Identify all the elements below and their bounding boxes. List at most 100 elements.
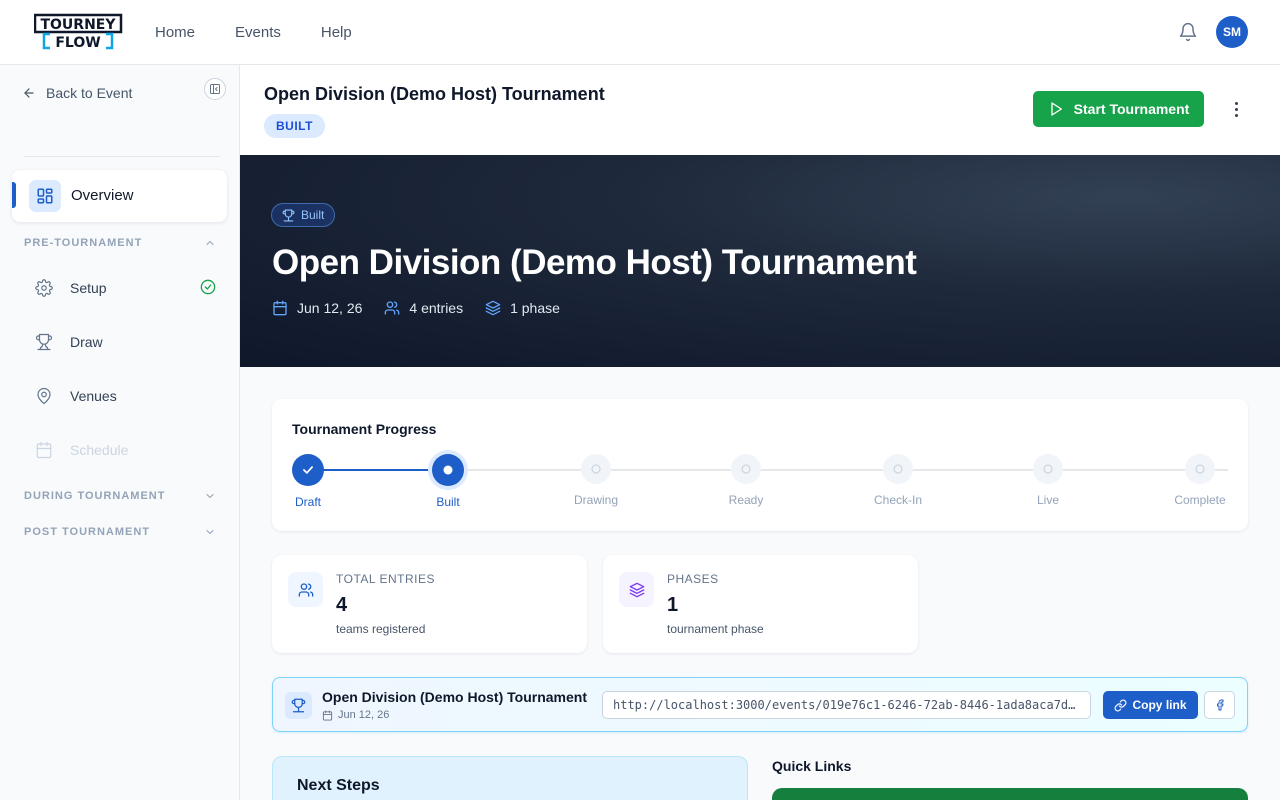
step-label: Built — [436, 495, 460, 509]
hero-banner: Built Open Division (Demo Host) Tourname… — [240, 155, 1280, 367]
play-icon — [1051, 102, 1062, 116]
calendar-icon — [273, 300, 287, 316]
trophy-icon — [34, 332, 54, 352]
step-label: Complete — [1174, 493, 1226, 507]
hero-title: Open Division (Demo Host) Tournament — [272, 243, 917, 282]
page-header: Open Division (Demo Host) Tournament BUI… — [240, 65, 1280, 155]
next-steps-title: Next Steps — [297, 777, 380, 794]
progress-title: Tournament Progress — [292, 421, 437, 437]
chevron-down-icon — [206, 530, 214, 534]
start-tournament-button[interactable]: Start Tournament — [1033, 91, 1204, 127]
step-label: Check-In — [873, 493, 923, 507]
progress-step-complete: Complete — [1160, 454, 1240, 507]
bell-icon[interactable] — [1178, 22, 1198, 42]
chevron-up-icon — [206, 241, 214, 245]
more-options-icon[interactable] — [1228, 99, 1244, 119]
chevron-down-icon — [206, 494, 214, 498]
hero-badge-label: Built — [301, 208, 325, 222]
collapse-sidebar-button[interactable] — [204, 78, 226, 100]
stat-sublabel: tournament phase — [667, 622, 764, 636]
brand-logo[interactable]: TOURNEY FLOW — [33, 12, 124, 52]
back-label: Back to Event — [46, 85, 133, 101]
section-label: DURING TOURNAMENT — [24, 490, 166, 502]
sidebar-item-draw[interactable]: Draw — [34, 330, 216, 354]
facebook-icon — [1216, 699, 1223, 711]
layers-icon — [485, 300, 501, 316]
sidebar-item-label: Schedule — [70, 442, 129, 458]
progress-step-live: Live — [1008, 454, 1088, 507]
sidebar-item-label: Venues — [70, 388, 117, 404]
users-icon — [385, 301, 400, 315]
trophy-icon — [282, 209, 295, 221]
svg-text:TOURNEY: TOURNEY — [40, 17, 116, 33]
section-post-tournament[interactable]: POST TOURNAMENT — [24, 526, 216, 538]
panel-left-icon — [210, 84, 220, 94]
pending-step-icon — [883, 454, 913, 484]
nav-events[interactable]: Events — [235, 24, 281, 41]
sidebar-item-setup[interactable]: Setup — [34, 276, 216, 300]
progress-step-ready: Ready — [706, 454, 786, 507]
sidebar: Back to Event Overview PRE-TOURNAMENT Se… — [0, 65, 240, 800]
sidebar-divider — [24, 156, 220, 157]
hero-status-badge: Built — [271, 203, 336, 227]
status-badge: BUILT — [264, 114, 325, 138]
user-avatar[interactable]: SM — [1216, 16, 1248, 48]
gear-icon — [34, 278, 54, 298]
pending-step-icon — [1185, 454, 1215, 484]
active-indicator — [12, 182, 16, 208]
next-steps-card: Next Steps — [272, 756, 748, 800]
section-during-tournament[interactable]: DURING TOURNAMENT — [24, 490, 216, 502]
sidebar-item-schedule: Schedule — [34, 438, 216, 462]
stat-sublabel: teams registered — [336, 622, 426, 636]
current-step-icon — [432, 454, 464, 486]
sidebar-item-label: Draw — [70, 334, 103, 350]
layout-dashboard-icon — [29, 180, 61, 212]
back-to-event-link[interactable]: Back to Event — [22, 85, 132, 101]
pending-step-icon — [581, 454, 611, 484]
stat-card-phases: PHASES 1 tournament phase — [603, 555, 918, 653]
share-date: Jun 12, 26 — [322, 709, 389, 721]
step-label: Live — [1036, 493, 1059, 507]
facebook-share-button[interactable] — [1204, 691, 1235, 719]
top-navbar: TOURNEY FLOW Home Events Help SM — [0, 0, 1280, 65]
progress-step-check-in: Check-In — [858, 454, 938, 507]
quick-link-card[interactable] — [772, 788, 1248, 800]
trophy-icon — [285, 692, 312, 719]
section-label: POST TOURNAMENT — [24, 526, 151, 538]
progress-step-draft: Draft — [268, 454, 348, 509]
map-pin-icon — [34, 386, 54, 406]
start-button-label: Start Tournament — [1073, 101, 1190, 117]
hero-entries: 4 entries — [384, 300, 463, 316]
pending-step-icon — [731, 454, 761, 484]
step-label: Draft — [294, 495, 321, 509]
sidebar-item-overview[interactable]: Overview — [12, 170, 227, 222]
step-label: Drawing — [573, 493, 618, 507]
calendar-icon — [34, 440, 54, 460]
share-url-field[interactable]: http://localhost:3000/events/019e76c1-62… — [602, 691, 1091, 719]
nav-help[interactable]: Help — [321, 24, 352, 41]
progress-step-built: Built — [408, 454, 488, 509]
nav-home[interactable]: Home — [155, 24, 195, 41]
main-nav: Home Events Help — [155, 0, 392, 65]
step-label: Ready — [728, 493, 764, 507]
calendar-icon — [322, 709, 333, 721]
arrow-left-icon — [24, 88, 34, 98]
tournament-progress-card: Tournament Progress Draft Built Drawing … — [272, 399, 1248, 531]
stat-card-entries: TOTAL ENTRIES 4 teams registered — [272, 555, 587, 653]
sidebar-item-label: Setup — [70, 280, 107, 296]
page-title: Open Division (Demo Host) Tournament — [264, 84, 605, 104]
users-icon — [288, 572, 323, 607]
copy-link-button[interactable]: Copy link — [1103, 691, 1198, 719]
sidebar-item-venues[interactable]: Venues — [34, 384, 216, 408]
stat-label: PHASES — [667, 572, 719, 586]
share-title: Open Division (Demo Host) Tournament — [322, 689, 587, 705]
svg-text:FLOW: FLOW — [55, 35, 100, 51]
section-label: PRE-TOURNAMENT — [24, 237, 143, 249]
stat-value: 4 — [336, 594, 348, 616]
link-icon — [1115, 699, 1127, 711]
check-icon — [292, 454, 324, 486]
section-pre-tournament[interactable]: PRE-TOURNAMENT — [24, 237, 216, 249]
check-circle-icon — [200, 279, 216, 298]
stat-value: 1 — [667, 594, 679, 616]
pending-step-icon — [1033, 454, 1063, 484]
